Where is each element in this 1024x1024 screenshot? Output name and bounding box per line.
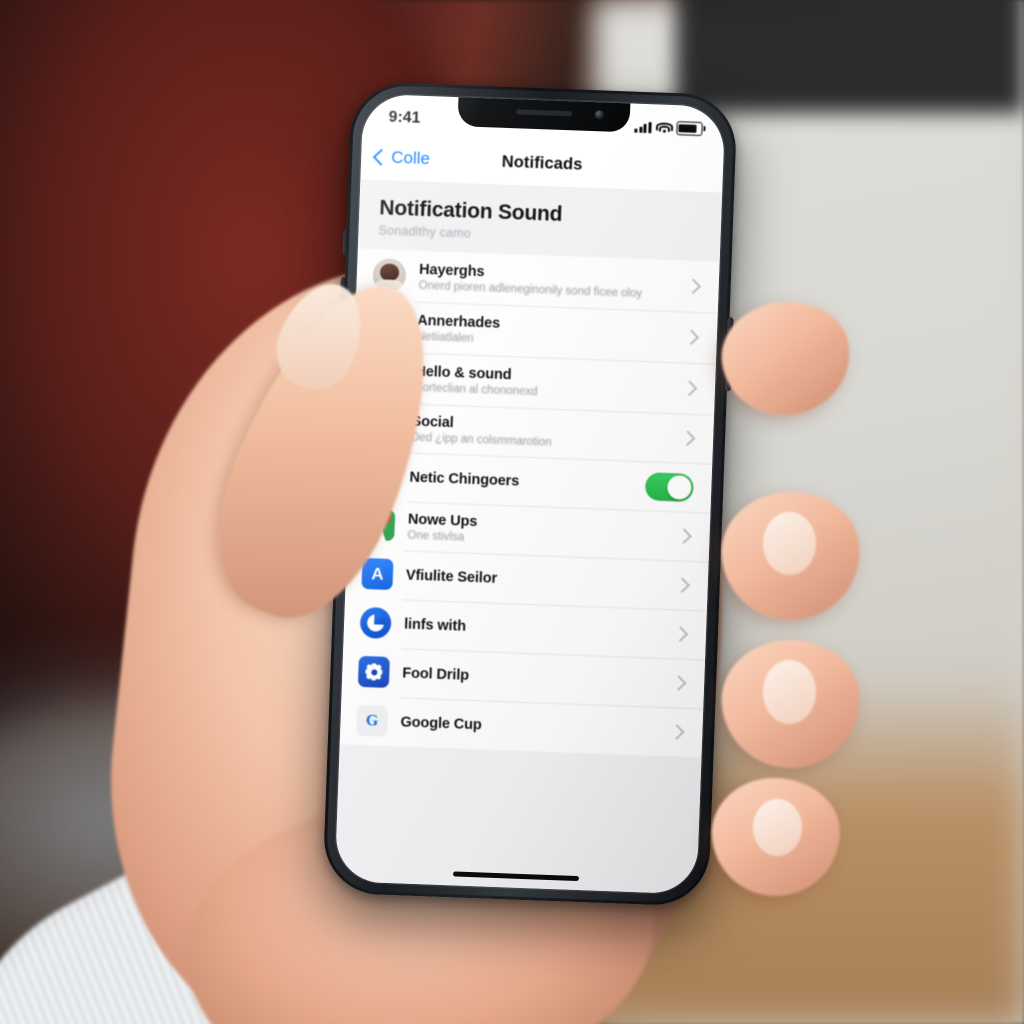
blue-a-icon: A [361, 557, 394, 591]
chevron-right-icon [683, 329, 700, 346]
earpiece-speaker-icon [515, 109, 573, 117]
list-item-title: Netic Chingoers [409, 469, 520, 490]
chevron-right-icon [679, 430, 696, 447]
status-indicators [634, 120, 703, 136]
chevron-right-icon [672, 626, 689, 642]
chevron-left-icon [372, 148, 390, 166]
status-time: 9:41 [388, 108, 421, 127]
mute-switch[interactable] [342, 228, 349, 256]
toggle-switch[interactable] [644, 471, 694, 502]
finger-ring-nail [762, 660, 817, 724]
background-tv [675, 0, 1024, 113]
wifi-icon [655, 121, 673, 134]
list-item-title: Vfiulite Seilor [405, 567, 498, 587]
list-item-text: Netic Chingoers [409, 469, 632, 493]
list-item-text: Vfiulite Seilor [406, 567, 664, 592]
list-item-title: Fool Drilp [402, 664, 470, 684]
finger-middle-nail [762, 512, 817, 576]
list-item-text: Annerhades Netiiatlalen [416, 312, 673, 351]
list-item-title: linfs with [403, 615, 467, 635]
list-item-text: Google Cup [400, 714, 658, 739]
list-item-text: Social Ded ¿ipp an colsmmarotion [411, 413, 670, 452]
chevron-right-icon [670, 675, 687, 691]
gear-icon [357, 655, 390, 688]
chevron-right-icon [681, 380, 698, 397]
settings-content: Notification Sound Sonadlthy camo Hayerg… [334, 179, 723, 895]
list-item-title: Google Cup [400, 713, 482, 733]
list-bottom-space [335, 744, 702, 878]
list-item-text: Hello & sound Sorteclian al chononexd [415, 363, 672, 402]
section-header: Notification Sound Sonadlthy camo [357, 179, 723, 262]
google-g-icon: G [356, 704, 389, 737]
chevron-right-icon [669, 724, 685, 740]
toggle-knob [666, 474, 692, 500]
signal-bars-icon [634, 121, 652, 133]
list-item-text: linfs with [404, 616, 662, 641]
list-item-text: Fool Drilp [402, 665, 660, 690]
chevron-right-icon [676, 528, 692, 544]
battery-icon [676, 121, 703, 136]
clock-icon [359, 606, 392, 639]
back-button[interactable]: Colle [372, 147, 431, 169]
back-button-label: Colle [390, 147, 431, 169]
front-camera-icon [594, 110, 605, 120]
finger-pinky-nail [752, 798, 802, 857]
list-item-text: Hayerghs Onerd pioren adleneginonily son… [418, 261, 675, 300]
chevron-right-icon [674, 577, 691, 593]
chevron-right-icon [685, 278, 701, 295]
list-item-text: Nowe Ups One stivlsa [407, 511, 666, 550]
page-title: Notificads [501, 152, 583, 174]
